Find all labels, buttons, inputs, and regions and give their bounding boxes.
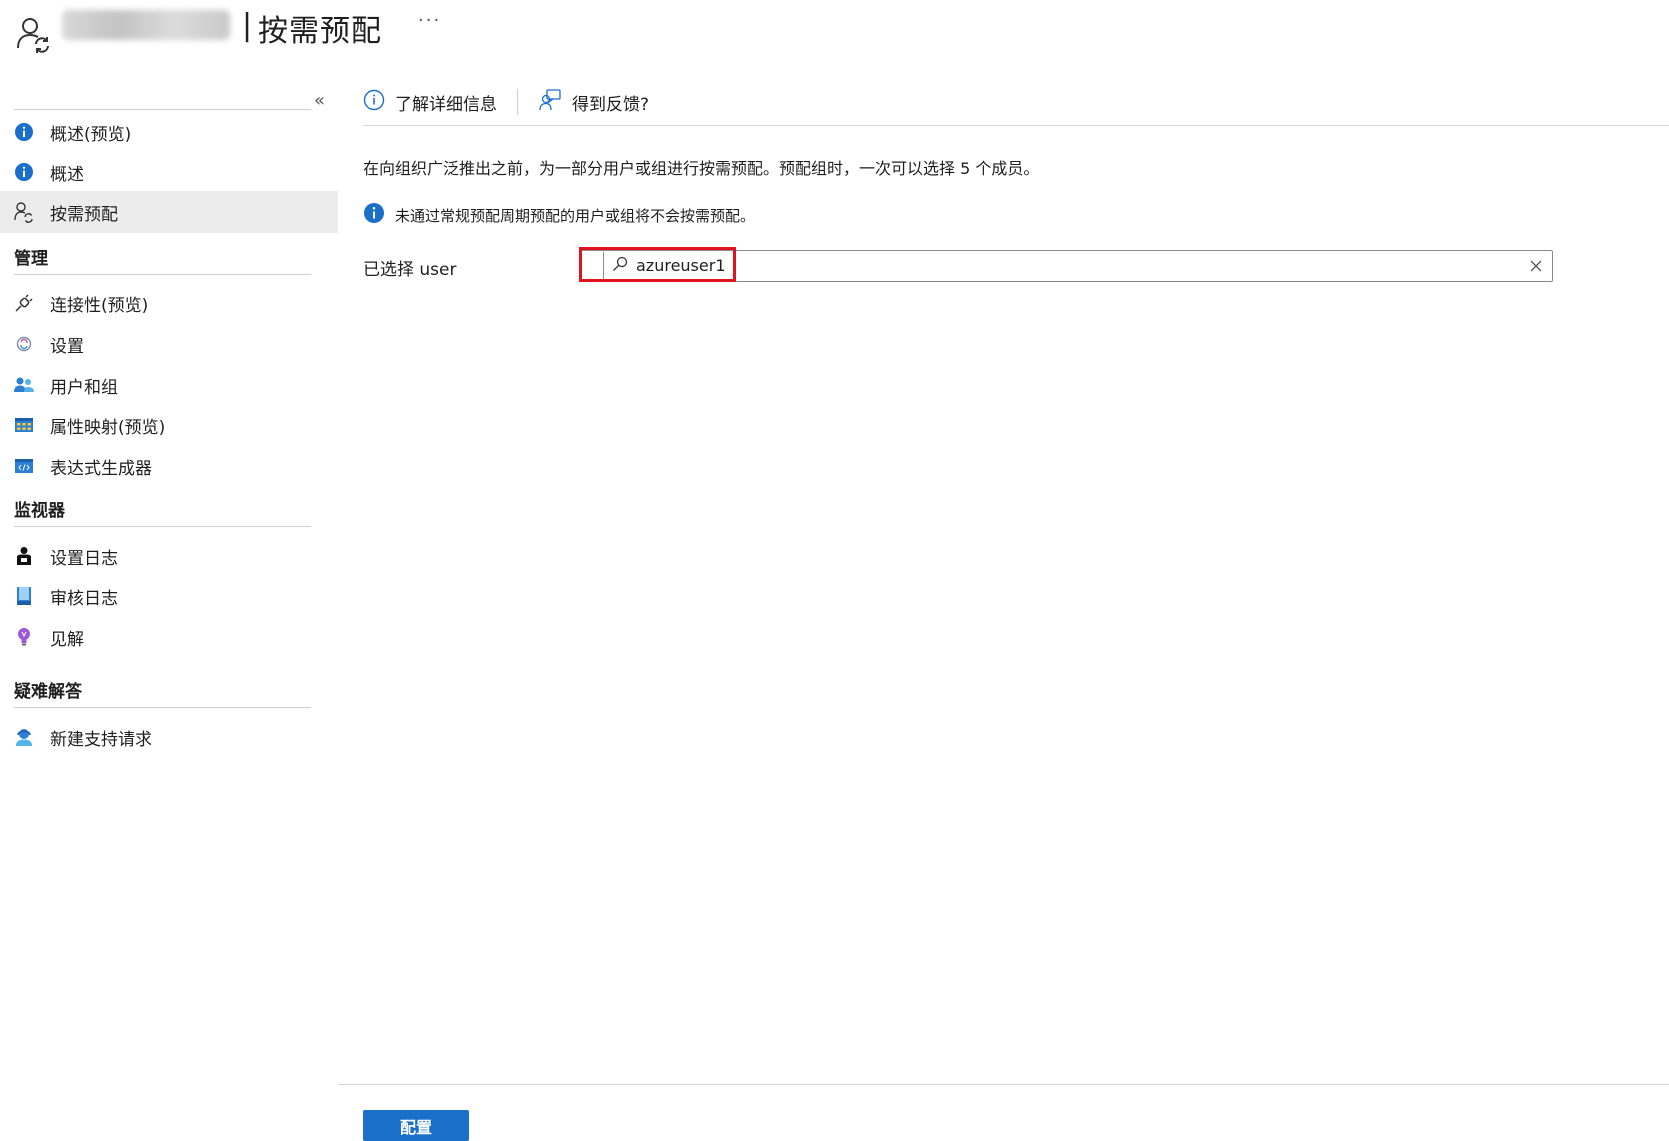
support-agent-icon [12,725,36,749]
selected-user-value: azureuser1 [636,256,726,275]
learn-more-label: 了解详细信息 [395,94,497,115]
more-options-button[interactable]: ··· [418,10,441,31]
plug-icon [12,291,36,315]
code-icon [12,454,36,478]
sidebar-item-label: 用户和组 [50,377,118,398]
description-text: 在向组织广泛推出之前，为一部分用户或组进行按需预配。预配组时，一次可以选择 5 … [363,159,1040,178]
sidebar-item-provision-on-demand[interactable]: 按需预配 [0,191,338,233]
feedback-button[interactable]: 得到反馈? [538,88,649,116]
selected-user-label: 已选择 user [363,260,457,280]
sidebar-item-audit-logs[interactable]: 审核日志 [0,575,338,617]
sidebar-item-label: 属性映射(预览) [50,417,166,438]
command-bar: 了解详细信息 得到反馈? [363,86,649,118]
divider [14,526,311,527]
sidebar-item-label: 表达式生成器 [50,458,152,479]
users-icon [12,373,36,397]
person-log-icon [12,544,36,568]
close-icon[interactable] [1528,258,1544,274]
section-heading-troubleshooting: 疑难解答 [14,682,82,702]
feedback-icon [538,88,562,116]
title-separator: | [242,8,253,43]
sidebar-item-label: 连接性(预览) [50,295,149,316]
info-outline-icon [363,89,385,115]
sidebar-item-label: 新建支持请求 [50,729,152,750]
page-title: 按需预配 [258,14,382,49]
sidebar-item-overview[interactable]: 概述 [0,151,338,193]
sidebar-item-label: 见解 [50,629,84,650]
info-icon [12,120,36,144]
sidebar-item-provisioning-logs[interactable]: 设置日志 [0,535,338,577]
info-icon [12,160,36,184]
sidebar-item-connectivity[interactable]: 连接性(预览) [0,282,338,324]
page-header: | 按需预配 ··· [0,0,1669,70]
section-heading-manage: 管理 [14,249,48,269]
sidebar-item-overview-preview[interactable]: 概述(预览) [0,111,338,153]
toolbar-divider [517,89,518,115]
divider [338,1084,1669,1085]
learn-more-button[interactable]: 了解详细信息 [363,89,497,115]
selected-user-chip[interactable]: azureuser1 [603,252,726,279]
sidebar-item-label: 设置 [50,336,84,357]
divider [363,125,1669,126]
user-picker-field[interactable]: azureuser1 [580,250,1553,282]
gear-icon [12,332,36,356]
sidebar-item-attribute-mapping[interactable]: 属性映射(预览) [0,404,338,446]
provision-button[interactable]: 配置 [363,1110,469,1141]
sidebar-item-new-support-request[interactable]: 新建支持请求 [0,716,338,758]
sidebar-item-label: 概述 [50,164,84,185]
sidebar-item-label: 按需预配 [50,204,118,225]
lightbulb-icon [12,625,36,649]
divider [14,274,311,275]
blurred-tenant-name [62,10,230,40]
collapse-sidebar-button[interactable]: « [314,90,325,111]
sidebar-item-settings[interactable]: 设置 [0,323,338,365]
info-icon [363,202,385,228]
divider [14,707,311,708]
search-icon [612,256,628,276]
info-message-text: 未通过常规预配周期预配的用户或组将不会按需预配。 [395,206,756,225]
sidebar-item-label: 设置日志 [50,548,118,569]
sidebar-item-label: 审核日志 [50,588,118,609]
user-sync-icon [12,200,36,224]
divider [14,109,311,110]
section-heading-monitor: 监视器 [14,501,65,521]
sidebar: « 概述(预览) 概述 按需预配 管理 连接性(预览) 设置 用户和组 属性映射… [0,82,338,1141]
sidebar-item-insights[interactable]: 见解 [0,616,338,658]
feedback-label: 得到反馈? [572,94,650,115]
sidebar-item-expression-builder[interactable]: 表达式生成器 [0,445,338,487]
user-sync-icon [14,14,54,54]
table-icon [12,413,36,437]
sidebar-item-users-and-groups[interactable]: 用户和组 [0,364,338,406]
sidebar-item-label: 概述(预览) [50,124,132,145]
info-message: 未通过常规预配周期预配的用户或组将不会按需预配。 [363,202,755,228]
book-icon [12,584,36,608]
